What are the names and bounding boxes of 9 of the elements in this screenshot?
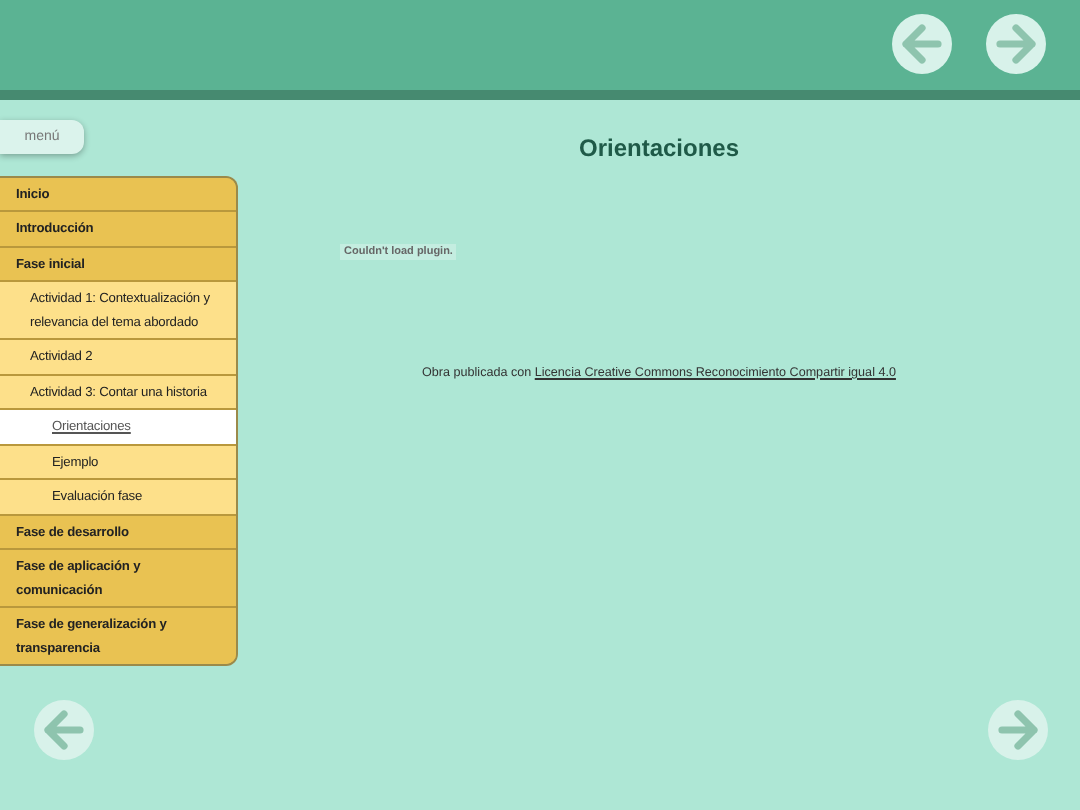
previous-page-button[interactable] [892,14,952,75]
page-title: Orientaciones [578,133,740,162]
next-page-button[interactable] [986,14,1046,75]
previous-page-button[interactable] [34,700,94,761]
next-page-button[interactable] [988,700,1048,761]
left-arrow-icon [42,708,86,753]
right-arrow-icon [996,708,1040,753]
left-arrow-icon [900,22,944,67]
right-arrow-icon [994,22,1038,67]
